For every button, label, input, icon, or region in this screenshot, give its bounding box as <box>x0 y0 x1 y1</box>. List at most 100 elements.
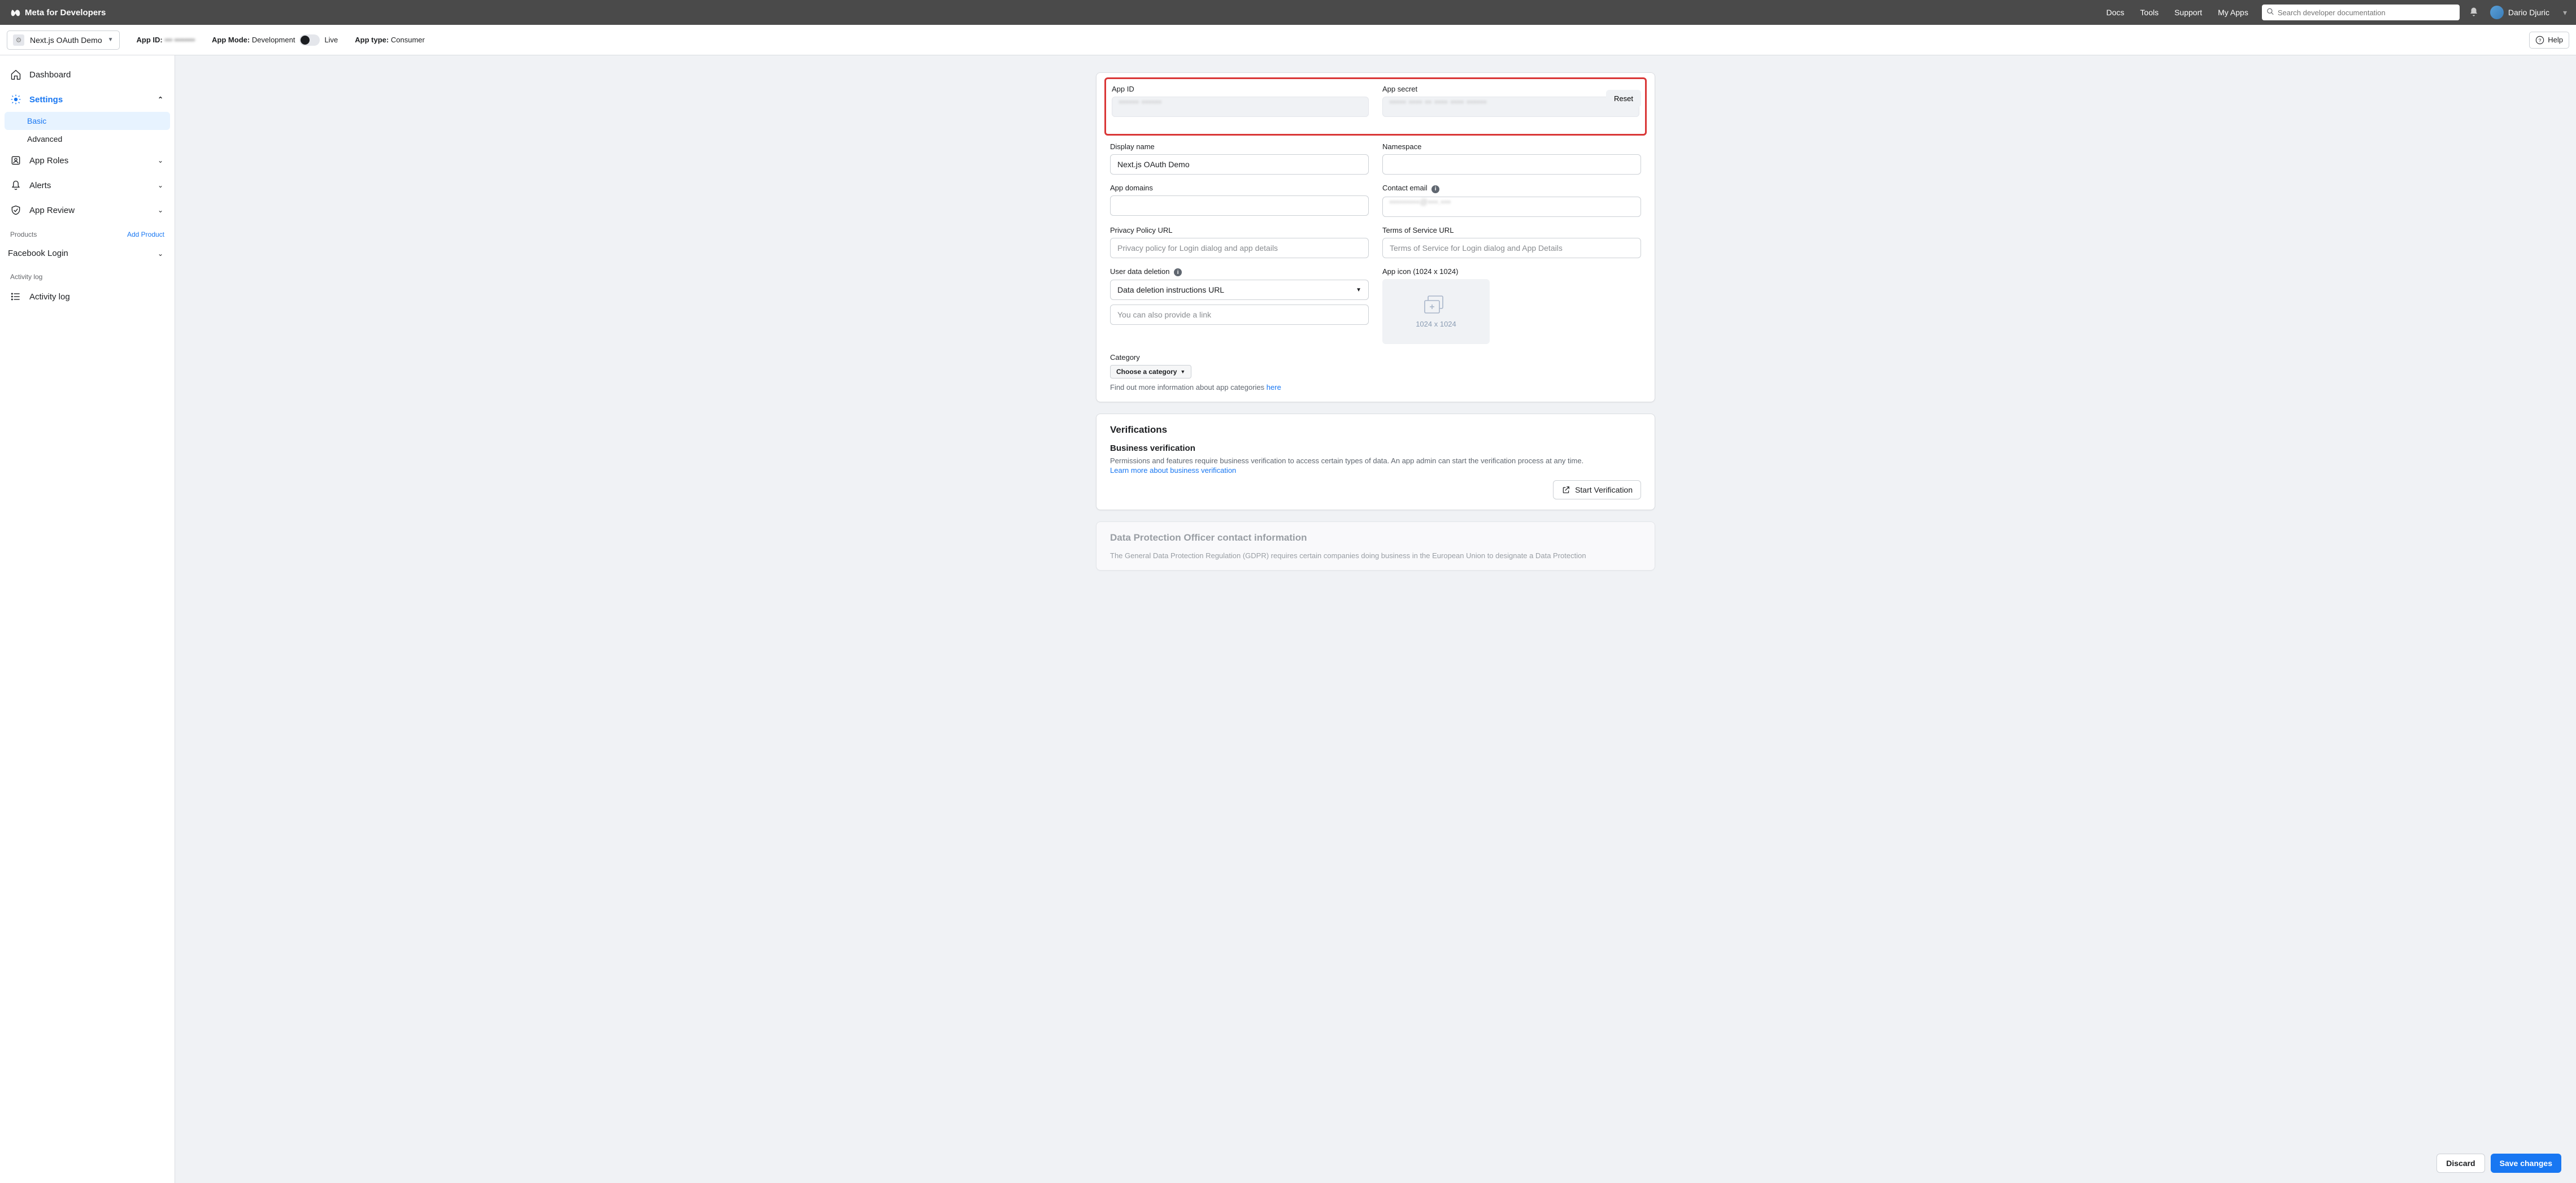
chevron-down-icon: ⌄ <box>158 250 163 258</box>
notifications-icon[interactable] <box>2469 7 2479 19</box>
namespace-label: Namespace <box>1382 142 1641 151</box>
info-icon[interactable]: i <box>1174 268 1182 276</box>
mode-toggle[interactable] <box>299 34 320 46</box>
tos-label: Terms of Service URL <box>1382 226 1641 234</box>
sidebar-item-activity-log[interactable]: Activity log <box>0 284 175 309</box>
search-input[interactable] <box>2262 5 2460 20</box>
chevron-down-icon: ▼ <box>1180 369 1185 375</box>
list-icon <box>10 291 21 302</box>
app-id-label: App ID <box>1112 85 1369 93</box>
nav-tools[interactable]: Tools <box>2140 8 2159 17</box>
chevron-up-icon: ⌃ <box>158 95 163 103</box>
dpo-title: Data Protection Officer contact informat… <box>1110 532 1641 543</box>
roles-icon <box>10 155 21 166</box>
category-label: Category <box>1110 353 1641 362</box>
avatar <box>2490 6 2504 19</box>
namespace-input[interactable] <box>1382 154 1641 175</box>
products-section-label: Products Add Product <box>0 223 175 242</box>
app-icon-upload[interactable]: 1024 x 1024 <box>1382 279 1490 344</box>
user-name: Dario Djuric <box>2508 8 2549 17</box>
contact-email-label: Contact email i <box>1382 184 1641 193</box>
sidebar-item-app-roles[interactable]: App Roles ⌄ <box>0 148 175 173</box>
topnav-links: Docs Tools Support My Apps <box>2107 8 2248 17</box>
save-changes-button[interactable]: Save changes <box>2491 1154 2561 1173</box>
app-icon: ⚙ <box>13 34 24 46</box>
display-name-label: Display name <box>1110 142 1369 151</box>
home-icon <box>10 69 21 80</box>
user-menu-caret-icon[interactable]: ▾ <box>2563 8 2567 18</box>
app-secret-field[interactable]: ••••• •••• •• •••• •••• •••••• <box>1382 97 1639 117</box>
image-placeholder-icon <box>1424 295 1448 315</box>
app-type: App type: Consumer <box>355 36 425 44</box>
credentials-highlight: App ID •••••• •••••• App secret ••••• ••… <box>1104 77 1647 136</box>
business-verification-desc: Permissions and features require busines… <box>1110 456 1641 465</box>
chevron-down-icon: ▼ <box>108 37 114 43</box>
category-help-text: Find out more information about app cate… <box>1110 383 1641 392</box>
app-selector-name: Next.js OAuth Demo <box>30 36 102 45</box>
learn-more-link[interactable]: Learn more about business verification <box>1110 466 1641 475</box>
brand-logo[interactable]: Meta for Developers <box>9 6 106 19</box>
brand-text: Meta for Developers <box>25 8 106 18</box>
gear-icon <box>10 94 21 105</box>
footer-actions: Discard Save changes <box>2436 1154 2561 1173</box>
app-bar: ⚙ Next.js OAuth Demo ▼ App ID: ••• •••••… <box>0 25 2576 55</box>
app-secret-label: App secret <box>1382 85 1639 93</box>
dpo-card: Data Protection Officer contact informat… <box>1096 521 1655 571</box>
basic-settings-card: Reset App ID •••••• •••••• App secret ••… <box>1096 72 1655 402</box>
info-icon[interactable]: i <box>1431 185 1439 193</box>
sidebar-item-settings-basic[interactable]: Basic <box>5 112 170 130</box>
sidebar-item-alerts[interactable]: Alerts ⌄ <box>0 173 175 198</box>
app-id-display: App ID: ••• •••••••• <box>137 36 195 44</box>
search-box <box>2262 5 2460 20</box>
category-select[interactable]: Choose a category ▼ <box>1110 365 1191 379</box>
privacy-policy-label: Privacy Policy URL <box>1110 226 1369 234</box>
discard-button[interactable]: Discard <box>2436 1154 2484 1173</box>
sidebar-item-facebook-login[interactable]: Facebook Login ⌄ <box>0 242 175 265</box>
meta-icon <box>9 6 21 19</box>
sidebar-item-settings[interactable]: Settings ⌃ <box>0 87 175 112</box>
display-name-input[interactable] <box>1110 154 1369 175</box>
user-data-deletion-link-input[interactable] <box>1110 305 1369 325</box>
sidebar-item-settings-advanced[interactable]: Advanced <box>0 130 175 148</box>
chevron-down-icon: ▼ <box>1356 287 1361 293</box>
app-domains-input[interactable] <box>1110 195 1369 216</box>
sidebar: Dashboard Settings ⌃ Basic Advanced App … <box>0 55 175 1183</box>
chevron-down-icon: ⌄ <box>158 181 163 189</box>
bell-icon <box>10 180 21 191</box>
sidebar-item-dashboard[interactable]: Dashboard <box>0 62 175 87</box>
sidebar-item-app-review[interactable]: App Review ⌄ <box>0 198 175 223</box>
chevron-down-icon: ⌄ <box>158 156 163 164</box>
add-product-link[interactable]: Add Product <box>127 230 164 238</box>
nav-my-apps[interactable]: My Apps <box>2218 8 2248 17</box>
nav-docs[interactable]: Docs <box>2107 8 2125 17</box>
user-menu[interactable]: Dario Djuric <box>2490 6 2549 19</box>
app-domains-label: App domains <box>1110 184 1369 192</box>
help-button[interactable]: ? Help <box>2529 32 2569 49</box>
dpo-desc: The General Data Protection Regulation (… <box>1110 551 1641 560</box>
chevron-down-icon: ⌄ <box>158 206 163 214</box>
tos-input[interactable] <box>1382 238 1641 258</box>
verifications-card: Verifications Business verification Perm… <box>1096 414 1655 510</box>
search-icon <box>2266 8 2274 18</box>
verifications-title: Verifications <box>1110 424 1641 436</box>
shield-icon <box>10 205 21 216</box>
external-icon <box>1561 485 1570 494</box>
user-data-deletion-label: User data deletion i <box>1110 267 1369 277</box>
app-selector[interactable]: ⚙ Next.js OAuth Demo ▼ <box>7 31 120 50</box>
top-nav: Meta for Developers Docs Tools Support M… <box>0 0 2576 25</box>
contact-email-input[interactable]: •••••••••@•••.••• <box>1382 197 1641 217</box>
category-help-link[interactable]: here <box>1267 383 1281 392</box>
app-mode: App Mode: Development Live <box>212 34 338 46</box>
reset-button[interactable]: Reset <box>1606 90 1641 107</box>
help-icon: ? <box>2535 36 2544 45</box>
nav-support[interactable]: Support <box>2174 8 2202 17</box>
svg-text:?: ? <box>2539 37 2542 43</box>
app-id-field[interactable]: •••••• •••••• <box>1112 97 1369 117</box>
privacy-policy-input[interactable] <box>1110 238 1369 258</box>
start-verification-button[interactable]: Start Verification <box>1553 480 1641 499</box>
main-content: Reset App ID •••••• •••••• App secret ••… <box>175 55 2576 1183</box>
business-verification-title: Business verification <box>1110 443 1641 453</box>
user-data-deletion-select[interactable]: Data deletion instructions URL ▼ <box>1110 280 1369 300</box>
app-icon-label: App icon (1024 x 1024) <box>1382 267 1641 276</box>
activity-log-section-label: Activity log <box>0 265 175 284</box>
